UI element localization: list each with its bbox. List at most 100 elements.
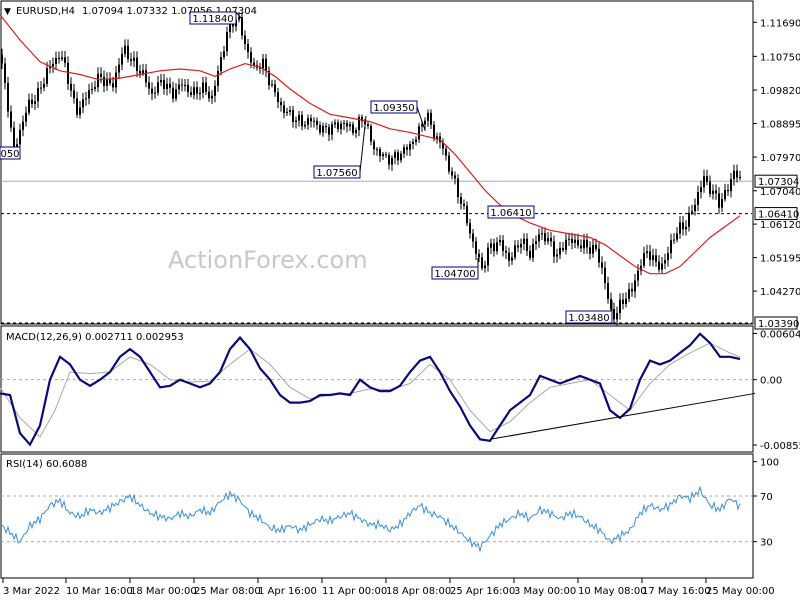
candle-body	[184, 84, 186, 86]
candle-body	[451, 171, 453, 176]
candle-body	[319, 124, 321, 133]
time-tick-label: 17 May 16:00	[642, 586, 711, 597]
candle-body	[94, 87, 96, 89]
candle-body	[310, 118, 312, 122]
candle-body	[580, 245, 582, 249]
candle-body	[478, 253, 480, 258]
candle-body	[571, 238, 573, 243]
candle-body	[115, 72, 117, 88]
candle-body	[589, 247, 591, 254]
candle-body	[550, 237, 552, 242]
candle-body	[277, 92, 279, 103]
candle-body	[217, 71, 219, 86]
candle-body	[628, 289, 630, 299]
candle-body	[697, 192, 699, 205]
candle-body	[619, 299, 621, 314]
candle-body	[205, 82, 207, 92]
time-tick-label: 25 May 00:00	[706, 586, 775, 597]
candle-body	[565, 239, 567, 250]
candle-body	[238, 17, 240, 20]
time-tick-label: 3 Mar 2022	[3, 586, 60, 597]
candle-body	[274, 84, 276, 93]
candle-body	[514, 245, 516, 258]
candle-body	[286, 111, 288, 113]
candle-body	[190, 92, 192, 95]
candle-body	[148, 82, 150, 89]
candle-body	[577, 239, 579, 246]
candle-body	[253, 62, 255, 66]
candle-body	[520, 243, 522, 248]
candle-body	[175, 89, 177, 99]
watermark: ActionForex.com	[168, 246, 368, 274]
candle-body	[730, 179, 732, 192]
price-tick-label: 1.04270	[760, 287, 800, 298]
candle-body	[97, 73, 99, 88]
rsi-panel-frame	[0, 453, 754, 579]
candle-body	[583, 239, 585, 249]
candle-body	[346, 122, 348, 127]
price-panel-frame	[0, 0, 754, 325]
candle-body	[607, 283, 609, 299]
candle-body	[700, 187, 702, 193]
candle-body	[655, 255, 657, 262]
candle-body	[367, 124, 369, 126]
candle-body	[328, 127, 330, 135]
candle-body	[67, 62, 69, 84]
candle-body	[136, 57, 138, 71]
candle-body	[457, 178, 459, 198]
candle-body	[403, 147, 405, 154]
candle-body	[637, 270, 639, 281]
candle-body	[349, 124, 351, 127]
candle-body	[376, 149, 378, 151]
candle-body	[727, 189, 729, 192]
candle-body	[52, 63, 54, 67]
swing-label: 1.09350	[373, 103, 414, 114]
candle-body	[559, 247, 561, 255]
price-tick-label: 1.08895	[760, 120, 800, 131]
candle-body	[661, 263, 663, 270]
candle-body	[463, 203, 465, 206]
candle-body	[739, 176, 741, 178]
candle-body	[163, 80, 165, 89]
candle-body	[541, 233, 543, 235]
price-axis: 1.11690 1.10750 1.09820 1.08895 1.07970 1.070…	[753, 18, 800, 330]
candle-body	[187, 84, 189, 93]
axis-level-label: 1.06410	[758, 210, 799, 221]
candle-body	[643, 253, 645, 266]
candle-body	[427, 112, 429, 121]
candle-body	[634, 280, 636, 292]
rsi-label: RSI(14) 60.6088	[6, 459, 87, 470]
candle-body	[304, 124, 306, 127]
candle-body	[538, 234, 540, 242]
candle-body	[322, 125, 324, 133]
candle-body	[484, 265, 486, 269]
candle-body	[352, 124, 354, 134]
axis-level-label: 1.03390	[758, 319, 799, 330]
rsi-axis: 100 70 30	[753, 458, 779, 549]
price-tick-label: 1.10750	[760, 52, 800, 63]
rsi-tick-label: 30	[760, 538, 773, 549]
candle-body	[718, 193, 720, 208]
candle-body	[499, 240, 501, 243]
candle-body	[601, 262, 603, 268]
candle-body	[544, 233, 546, 242]
dropdown-triangle-icon[interactable]: ▼	[4, 7, 11, 17]
candle-body	[445, 148, 447, 156]
candle-body	[397, 152, 399, 161]
swing-label: 050	[0, 149, 19, 160]
candle-body	[34, 101, 36, 104]
candle-body	[688, 212, 690, 227]
candle-body	[736, 170, 738, 178]
candle-body	[295, 120, 297, 122]
candle-body	[196, 87, 198, 94]
candle-body	[355, 130, 357, 134]
candle-body	[676, 233, 678, 240]
candle-body	[130, 59, 132, 61]
candle-body	[646, 251, 648, 254]
candle-body	[178, 84, 180, 90]
candle-body	[493, 243, 495, 252]
candle-body	[535, 241, 537, 245]
candle-body	[370, 125, 372, 142]
candle-body	[325, 125, 327, 128]
candle-body	[490, 243, 492, 248]
